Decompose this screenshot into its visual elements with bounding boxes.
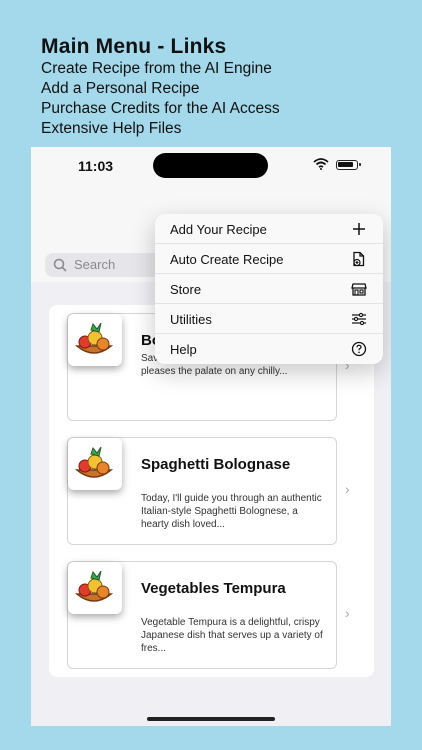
recipe-card[interactable]: Spaghetti Bolognase Today, I'll guide yo… [67, 437, 337, 545]
recipe-card[interactable]: Vegetables Tempura Vegetable Tempura is … [67, 561, 337, 669]
promo-line: Extensive Help Files [41, 120, 182, 137]
search-placeholder: Search [74, 257, 116, 272]
search-input[interactable]: Search [45, 253, 165, 277]
question-circle-icon [351, 341, 367, 357]
status-time: 11:03 [78, 158, 114, 174]
recipe-thumbnail [68, 438, 122, 490]
promo-text: Main Menu - Links Create Recipe from the… [41, 34, 280, 139]
dynamic-island [153, 153, 268, 178]
menu-item-label: Utilities [170, 312, 212, 327]
phone-screen: 11:03 ••• Search [31, 147, 391, 726]
recipe-thumbnail [68, 314, 122, 366]
promo-line: Purchase Credits for the AI Access [41, 100, 280, 117]
menu-item-help[interactable]: Help [155, 334, 383, 364]
recipe-thumbnail [68, 562, 122, 614]
recipe-title: Vegetables Tempura [141, 580, 286, 597]
promo-line: Create Recipe from the AI Engine [41, 60, 272, 77]
wifi-icon [313, 158, 329, 170]
plus-icon [353, 223, 365, 235]
recipe-description: Vegetable Tempura is a delightful, crisp… [141, 617, 323, 654]
chevron-right-icon[interactable]: › [345, 481, 350, 497]
promo-title: Main Menu - Links [41, 35, 227, 58]
recipe-title: Spaghetti Bolognase [141, 456, 291, 473]
search-icon [53, 258, 67, 272]
storefront-icon [351, 283, 367, 296]
status-bar: 11:03 [31, 147, 391, 187]
menu-item-label: Add Your Recipe [170, 222, 267, 237]
menu-item-store[interactable]: Store [155, 274, 383, 304]
menu-item-utilities[interactable]: Utilities [155, 304, 383, 334]
menu-item-label: Auto Create Recipe [170, 252, 284, 267]
chevron-right-icon[interactable]: › [345, 605, 350, 621]
menu-item-auto-create[interactable]: Auto Create Recipe [155, 244, 383, 274]
promo-line: Add a Personal Recipe [41, 80, 200, 97]
document-add-icon [353, 251, 365, 267]
dropdown-menu: Add Your Recipe Auto Create Recipe Store [155, 214, 383, 364]
vegetables-icon [74, 322, 114, 354]
menu-item-label: Help [170, 342, 197, 357]
battery-icon [336, 160, 361, 170]
vegetables-icon [74, 446, 114, 478]
menu-item-label: Store [170, 282, 202, 297]
sliders-icon [352, 312, 366, 326]
home-indicator[interactable] [147, 717, 275, 721]
menu-item-add-recipe[interactable]: Add Your Recipe [155, 214, 383, 244]
vegetables-icon [74, 570, 114, 602]
recipe-description: Today, I'll guide you through an authent… [141, 493, 322, 530]
